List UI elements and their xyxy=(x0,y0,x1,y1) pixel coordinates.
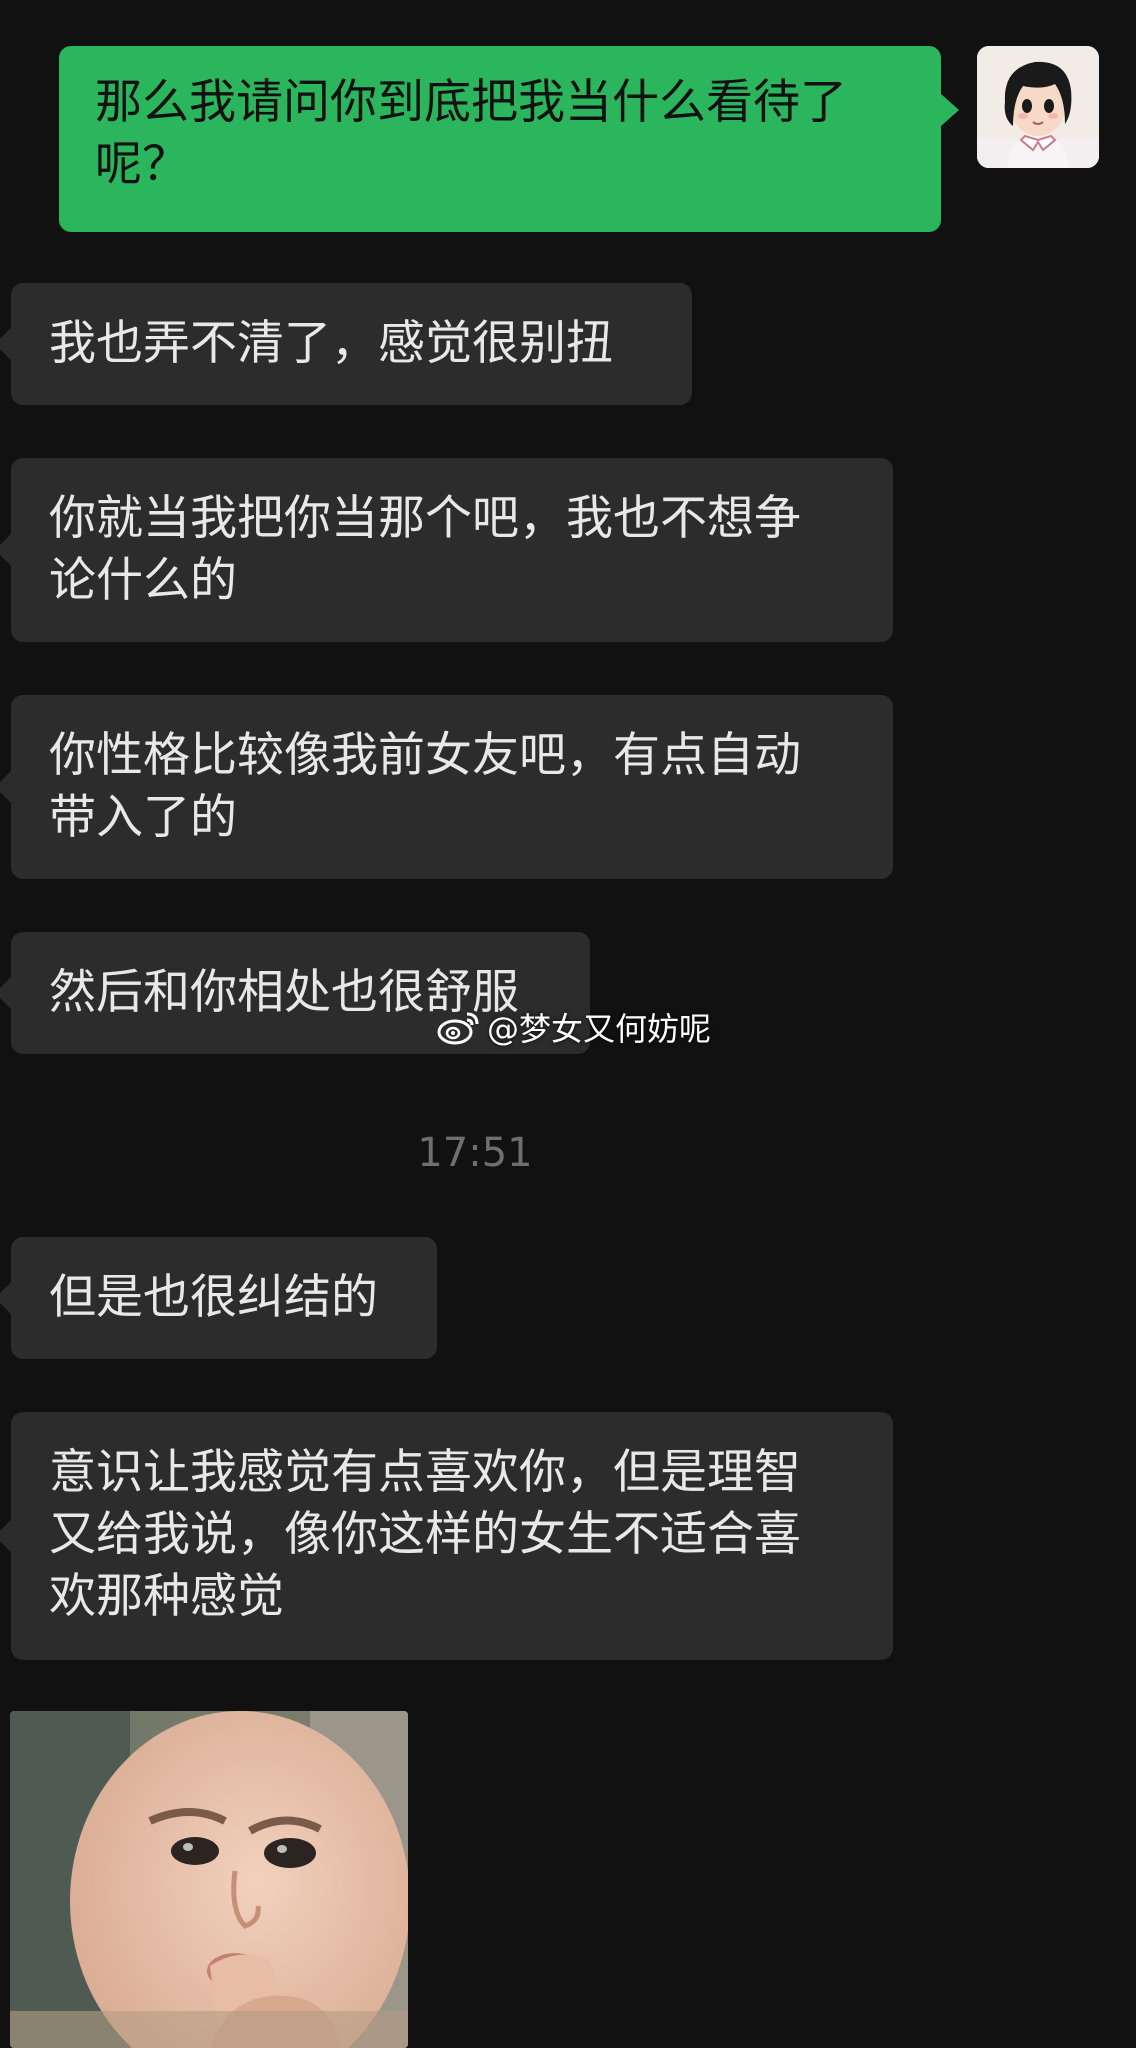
message-bubble-incoming[interactable]: 我也弄不清了，感觉很别扭 xyxy=(0,283,692,405)
avatar[interactable] xyxy=(977,46,1099,168)
message-bubble-incoming[interactable]: 你就当我把你当那个吧，我也不想争 论什么的 xyxy=(0,458,893,642)
weibo-icon xyxy=(437,1012,479,1045)
watermark: @梦女又何妨呢 xyxy=(437,1002,711,1052)
baby-sticker-icon xyxy=(10,1711,408,2048)
message-bubble-outgoing[interactable]: 那么我请问你到底把我当什么看待了 呢？ xyxy=(59,46,959,232)
anime-girl-avatar-icon xyxy=(977,46,1099,168)
timestamp: 17:51 xyxy=(417,1130,533,1176)
baby-sticker-image[interactable] xyxy=(10,1711,408,2048)
message-bubble-incoming[interactable]: 你性格比较像我前女友吧，有点自动 带入了的 xyxy=(0,695,893,879)
message-bubble-incoming[interactable]: 意识让我感觉有点喜欢你，但是理智 又给我说，像你这样的女生不适合喜 欢那种感觉 xyxy=(0,1412,893,1660)
message-bubble-incoming[interactable]: 但是也很纠结的 xyxy=(0,1237,437,1359)
watermark-text: @梦女又何妨呢 xyxy=(487,1010,712,1048)
